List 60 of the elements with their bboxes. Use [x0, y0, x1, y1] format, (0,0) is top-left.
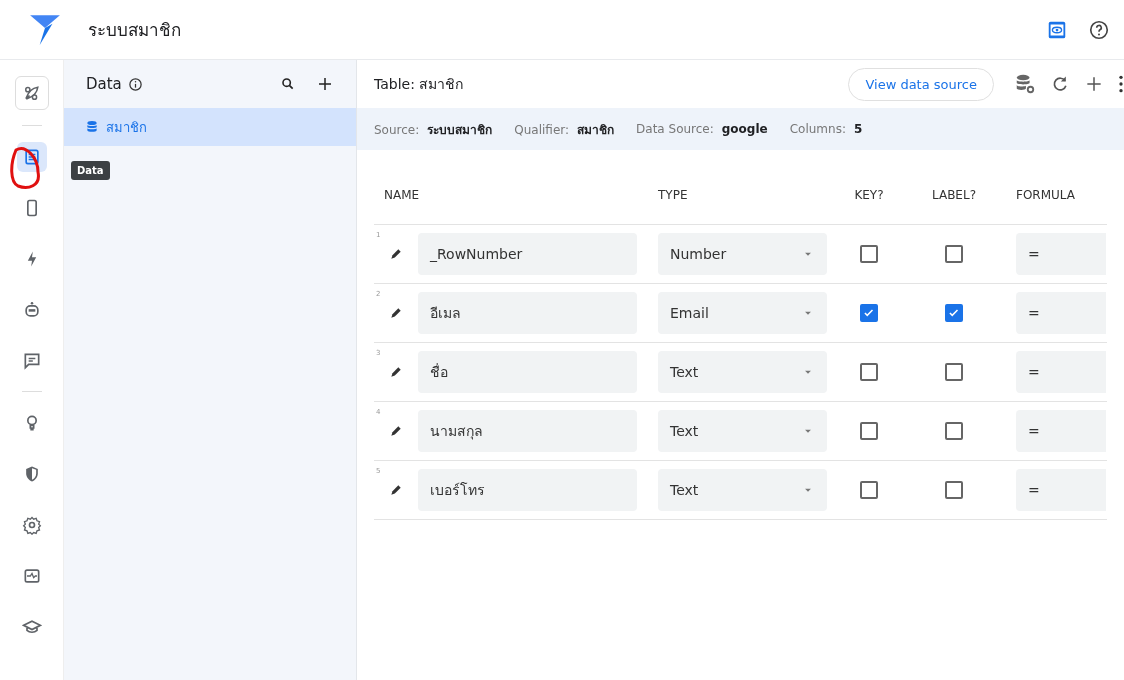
pencil-icon[interactable]	[389, 306, 403, 320]
meta-label: Qualifier:	[514, 122, 570, 137]
checkbox[interactable]	[945, 481, 963, 499]
meta-label: Source:	[374, 122, 420, 137]
panel-title: Data	[86, 75, 122, 93]
formula-field[interactable]: =	[1016, 233, 1106, 275]
meta-value: ระบบสมาชิก	[427, 122, 493, 137]
checkbox[interactable]	[945, 245, 963, 263]
table-list-item[interactable]: สมาชิก	[64, 108, 356, 146]
database-settings-icon[interactable]	[1014, 73, 1036, 95]
table-title: Table: สมาชิก	[374, 75, 464, 94]
checkbox[interactable]	[860, 422, 878, 440]
pencil-icon[interactable]	[389, 483, 403, 497]
search-icon[interactable]	[280, 76, 296, 92]
column-header: TYPE	[658, 188, 689, 202]
column-name-field[interactable]: นามสกุล	[418, 410, 637, 452]
meta-value: สมาชิก	[577, 122, 615, 137]
add-icon[interactable]	[1084, 74, 1104, 94]
checkbox[interactable]	[945, 304, 963, 322]
meta-value: 5	[853, 122, 863, 136]
column-header: FORMULA	[1016, 188, 1076, 202]
checkbox[interactable]	[860, 363, 878, 381]
type-dropdown[interactable]: Text	[658, 410, 827, 452]
info-icon	[127, 76, 143, 92]
formula-field[interactable]: =	[1016, 410, 1106, 452]
meta-value: google	[721, 122, 768, 136]
app-title: ระบบสมาชิก	[88, 19, 181, 42]
more-vertical-icon[interactable]	[1118, 74, 1124, 94]
meta-label: Data Source:	[636, 122, 714, 136]
checkbox[interactable]	[860, 481, 878, 499]
pencil-icon[interactable]	[389, 247, 403, 261]
column-header: NAME	[383, 188, 421, 202]
meta-label: Columns:	[789, 122, 846, 136]
checkbox[interactable]	[945, 422, 963, 440]
type-dropdown[interactable]: Text	[658, 351, 827, 393]
checkbox[interactable]	[945, 363, 963, 381]
formula-field[interactable]: =	[1016, 292, 1106, 334]
column-name-field[interactable]: ชื่อ	[418, 351, 637, 393]
nav-rail-item[interactable]	[14, 76, 49, 110]
pencil-icon[interactable]	[389, 424, 403, 438]
checkbox[interactable]	[860, 304, 878, 322]
formula-field[interactable]: =	[1016, 351, 1106, 393]
type-dropdown[interactable]: Text	[658, 469, 827, 511]
help-icon[interactable]	[1088, 18, 1110, 41]
add-icon[interactable]	[316, 75, 334, 93]
database-icon	[84, 119, 100, 135]
view-data-source-button[interactable]: View data source	[848, 67, 994, 101]
settings-icon	[21, 515, 42, 535]
tooltip: Data	[71, 161, 110, 180]
formula-field[interactable]: =	[1016, 469, 1106, 511]
column-name-field[interactable]: เบอร์โทร	[418, 469, 637, 511]
column-header: KEY?	[853, 188, 885, 202]
checkbox[interactable]	[860, 245, 878, 263]
app-logo-icon	[28, 12, 62, 47]
type-dropdown[interactable]: Email	[658, 292, 827, 334]
column-header: LABEL?	[930, 188, 977, 202]
column-name-field[interactable]: _RowNumber	[418, 233, 637, 275]
column-name-field[interactable]: อีเมล	[418, 292, 637, 334]
type-dropdown[interactable]: Number	[658, 233, 827, 275]
pencil-icon[interactable]	[389, 365, 403, 379]
